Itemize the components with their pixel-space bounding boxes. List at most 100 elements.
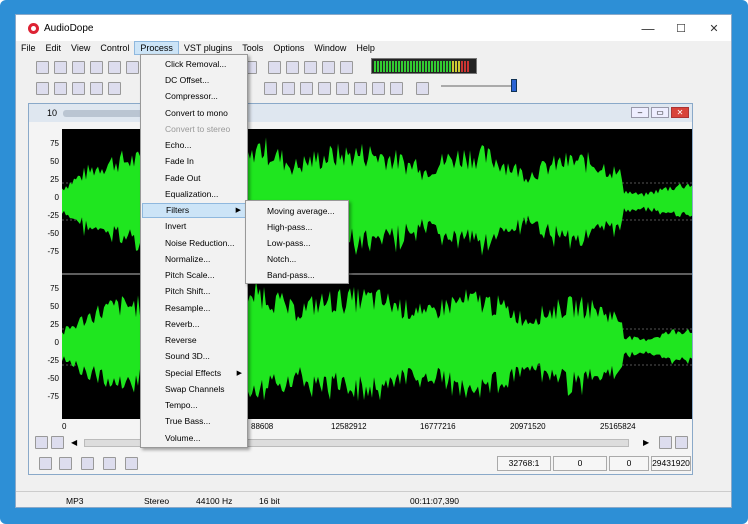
copy-icon[interactable] (90, 81, 103, 95)
menu-item-dc-offset[interactable]: DC Offset... (142, 73, 246, 88)
go-end-icon[interactable] (390, 81, 403, 95)
menu-item-true-bass[interactable]: True Bass... (142, 414, 246, 429)
menu-edit[interactable]: Edit (41, 41, 67, 55)
submenu-item-low-pass[interactable]: Low-pass... (247, 235, 347, 251)
zoom-ratio-field[interactable]: 32768:1 (497, 456, 551, 471)
go-start-icon[interactable] (336, 81, 349, 95)
submenu-arrow-icon: ▶ (236, 370, 242, 377)
menu-item-resample[interactable]: Resample... (142, 301, 246, 316)
rewind-icon[interactable] (354, 81, 367, 95)
y-tick-bottom: 0 (54, 338, 59, 347)
effects-icon[interactable] (322, 60, 335, 74)
x-tick: 12582912 (331, 422, 367, 431)
menu-tools[interactable]: Tools (237, 41, 268, 55)
play-loop-icon[interactable] (59, 457, 72, 470)
scroll-right-icon[interactable]: ▶ (643, 438, 649, 447)
menu-item-sound-3d[interactable]: Sound 3D... (142, 349, 246, 364)
submenu-arrow-icon: ▶ (235, 207, 241, 214)
y-tick-top: 0 (54, 193, 59, 202)
play-icon[interactable] (264, 81, 277, 95)
zoom-in-icon[interactable] (35, 436, 48, 449)
menu-item-tempo[interactable]: Tempo... (142, 398, 246, 413)
stop-small-icon[interactable] (81, 457, 94, 470)
open-file-icon[interactable] (54, 60, 67, 74)
menu-item-convert-stereo: Convert to stereo (165, 124, 231, 134)
menu-window[interactable]: Window (309, 41, 351, 55)
menu-help[interactable]: Help (351, 41, 380, 55)
menu-item-fade-in[interactable]: Fade In (142, 154, 246, 169)
menu-item-fade-out[interactable]: Fade Out (142, 171, 246, 186)
graph-icon[interactable] (304, 60, 317, 74)
menu-options[interactable]: Options (268, 41, 309, 55)
skip-forward-icon[interactable] (125, 457, 138, 470)
menu-item-filters[interactable]: Filters ▶ (142, 203, 246, 218)
menu-item-convert-mono[interactable]: Convert to mono (142, 106, 246, 121)
menu-item-normalize[interactable]: Normalize... (142, 252, 246, 267)
spectrum-icon[interactable] (268, 60, 281, 74)
new-file-icon[interactable] (36, 60, 49, 74)
close-button[interactable]: ✕ (697, 15, 731, 41)
volume-slider-track[interactable] (441, 85, 515, 87)
menu-item-equalization[interactable]: Equalization... (142, 187, 246, 202)
menu-item-volume[interactable]: Volume... (142, 431, 246, 446)
maximize-button[interactable]: ☐ (664, 15, 698, 41)
save-as-icon[interactable] (108, 60, 121, 74)
paste-icon[interactable] (108, 81, 121, 95)
zoom-selection-icon[interactable] (659, 436, 672, 449)
selection-start-field[interactable]: 0 (553, 456, 607, 471)
submenu-item-band-pass[interactable]: Band-pass... (247, 267, 347, 283)
menu-item-echo[interactable]: Echo... (142, 138, 246, 153)
menu-control[interactable]: Control (95, 41, 134, 55)
record-icon[interactable] (72, 60, 85, 74)
record-mic-icon[interactable] (416, 81, 429, 95)
cut-icon[interactable] (72, 81, 85, 95)
menu-item-swap-channels[interactable]: Swap Channels (142, 382, 246, 397)
selection-end-field[interactable]: 0 (609, 456, 649, 471)
scroll-left-icon[interactable]: ◀ (71, 438, 77, 447)
doc-restore-button[interactable]: ▭ (651, 107, 669, 118)
y-tick-top: 25 (50, 175, 59, 184)
menu-vst-plugins[interactable]: VST plugins (179, 41, 237, 55)
globe-icon[interactable] (340, 60, 353, 74)
submenu-item-moving-average[interactable]: Moving average... (247, 203, 347, 219)
status-sample-rate: 44100 Hz (196, 496, 233, 506)
play-small-icon[interactable] (39, 457, 52, 470)
menu-item-invert[interactable]: Invert (142, 219, 246, 234)
menu-item-noise-reduction[interactable]: Noise Reduction... (142, 236, 246, 251)
x-tick: 20971520 (510, 422, 546, 431)
save-icon[interactable] (90, 60, 103, 74)
wave-icon[interactable] (286, 60, 299, 74)
y-tick-top: -50 (47, 229, 59, 238)
status-bit-depth: 16 bit (259, 496, 280, 506)
submenu-item-high-pass[interactable]: High-pass... (247, 219, 347, 235)
menu-process[interactable]: Process (134, 41, 179, 55)
menu-item-compressor[interactable]: Compressor... (142, 89, 246, 104)
play-selection-icon[interactable] (282, 81, 295, 95)
total-samples-field[interactable]: 29431920 (651, 456, 691, 471)
menu-item-pitch-shift[interactable]: Pitch Shift... (142, 284, 246, 299)
menu-view[interactable]: View (66, 41, 95, 55)
menu-item-reverse[interactable]: Reverse (142, 333, 246, 348)
forward-icon[interactable] (372, 81, 385, 95)
submenu-item-notch[interactable]: Notch... (247, 251, 347, 267)
redo-icon[interactable] (54, 81, 67, 95)
volume-slider-thumb[interactable] (511, 79, 517, 92)
zoom-out-icon[interactable] (51, 436, 64, 449)
menu-file[interactable]: File (16, 41, 41, 55)
document-filename-blurred (63, 109, 150, 117)
menu-item-reverb[interactable]: Reverb... (142, 317, 246, 332)
title-bar: AudioDope — ☐ ✕ (16, 15, 731, 41)
menu-item-special-effects[interactable]: Special Effects ▶ (142, 366, 246, 381)
pause-icon[interactable] (300, 81, 313, 95)
undo-icon[interactable] (36, 81, 49, 95)
doc-minimize-button[interactable]: – (631, 107, 649, 118)
doc-close-button[interactable]: ✕ (671, 107, 689, 118)
minimize-button[interactable]: — (631, 15, 665, 41)
settings-icon[interactable] (126, 60, 139, 74)
stop-icon[interactable] (318, 81, 331, 95)
menu-item-pitch-scale[interactable]: Pitch Scale... (142, 268, 246, 283)
y-tick-top: -75 (47, 247, 59, 256)
menu-item-click-removal[interactable]: Click Removal... (142, 57, 246, 72)
skip-back-icon[interactable] (103, 457, 116, 470)
zoom-all-icon[interactable] (675, 436, 688, 449)
